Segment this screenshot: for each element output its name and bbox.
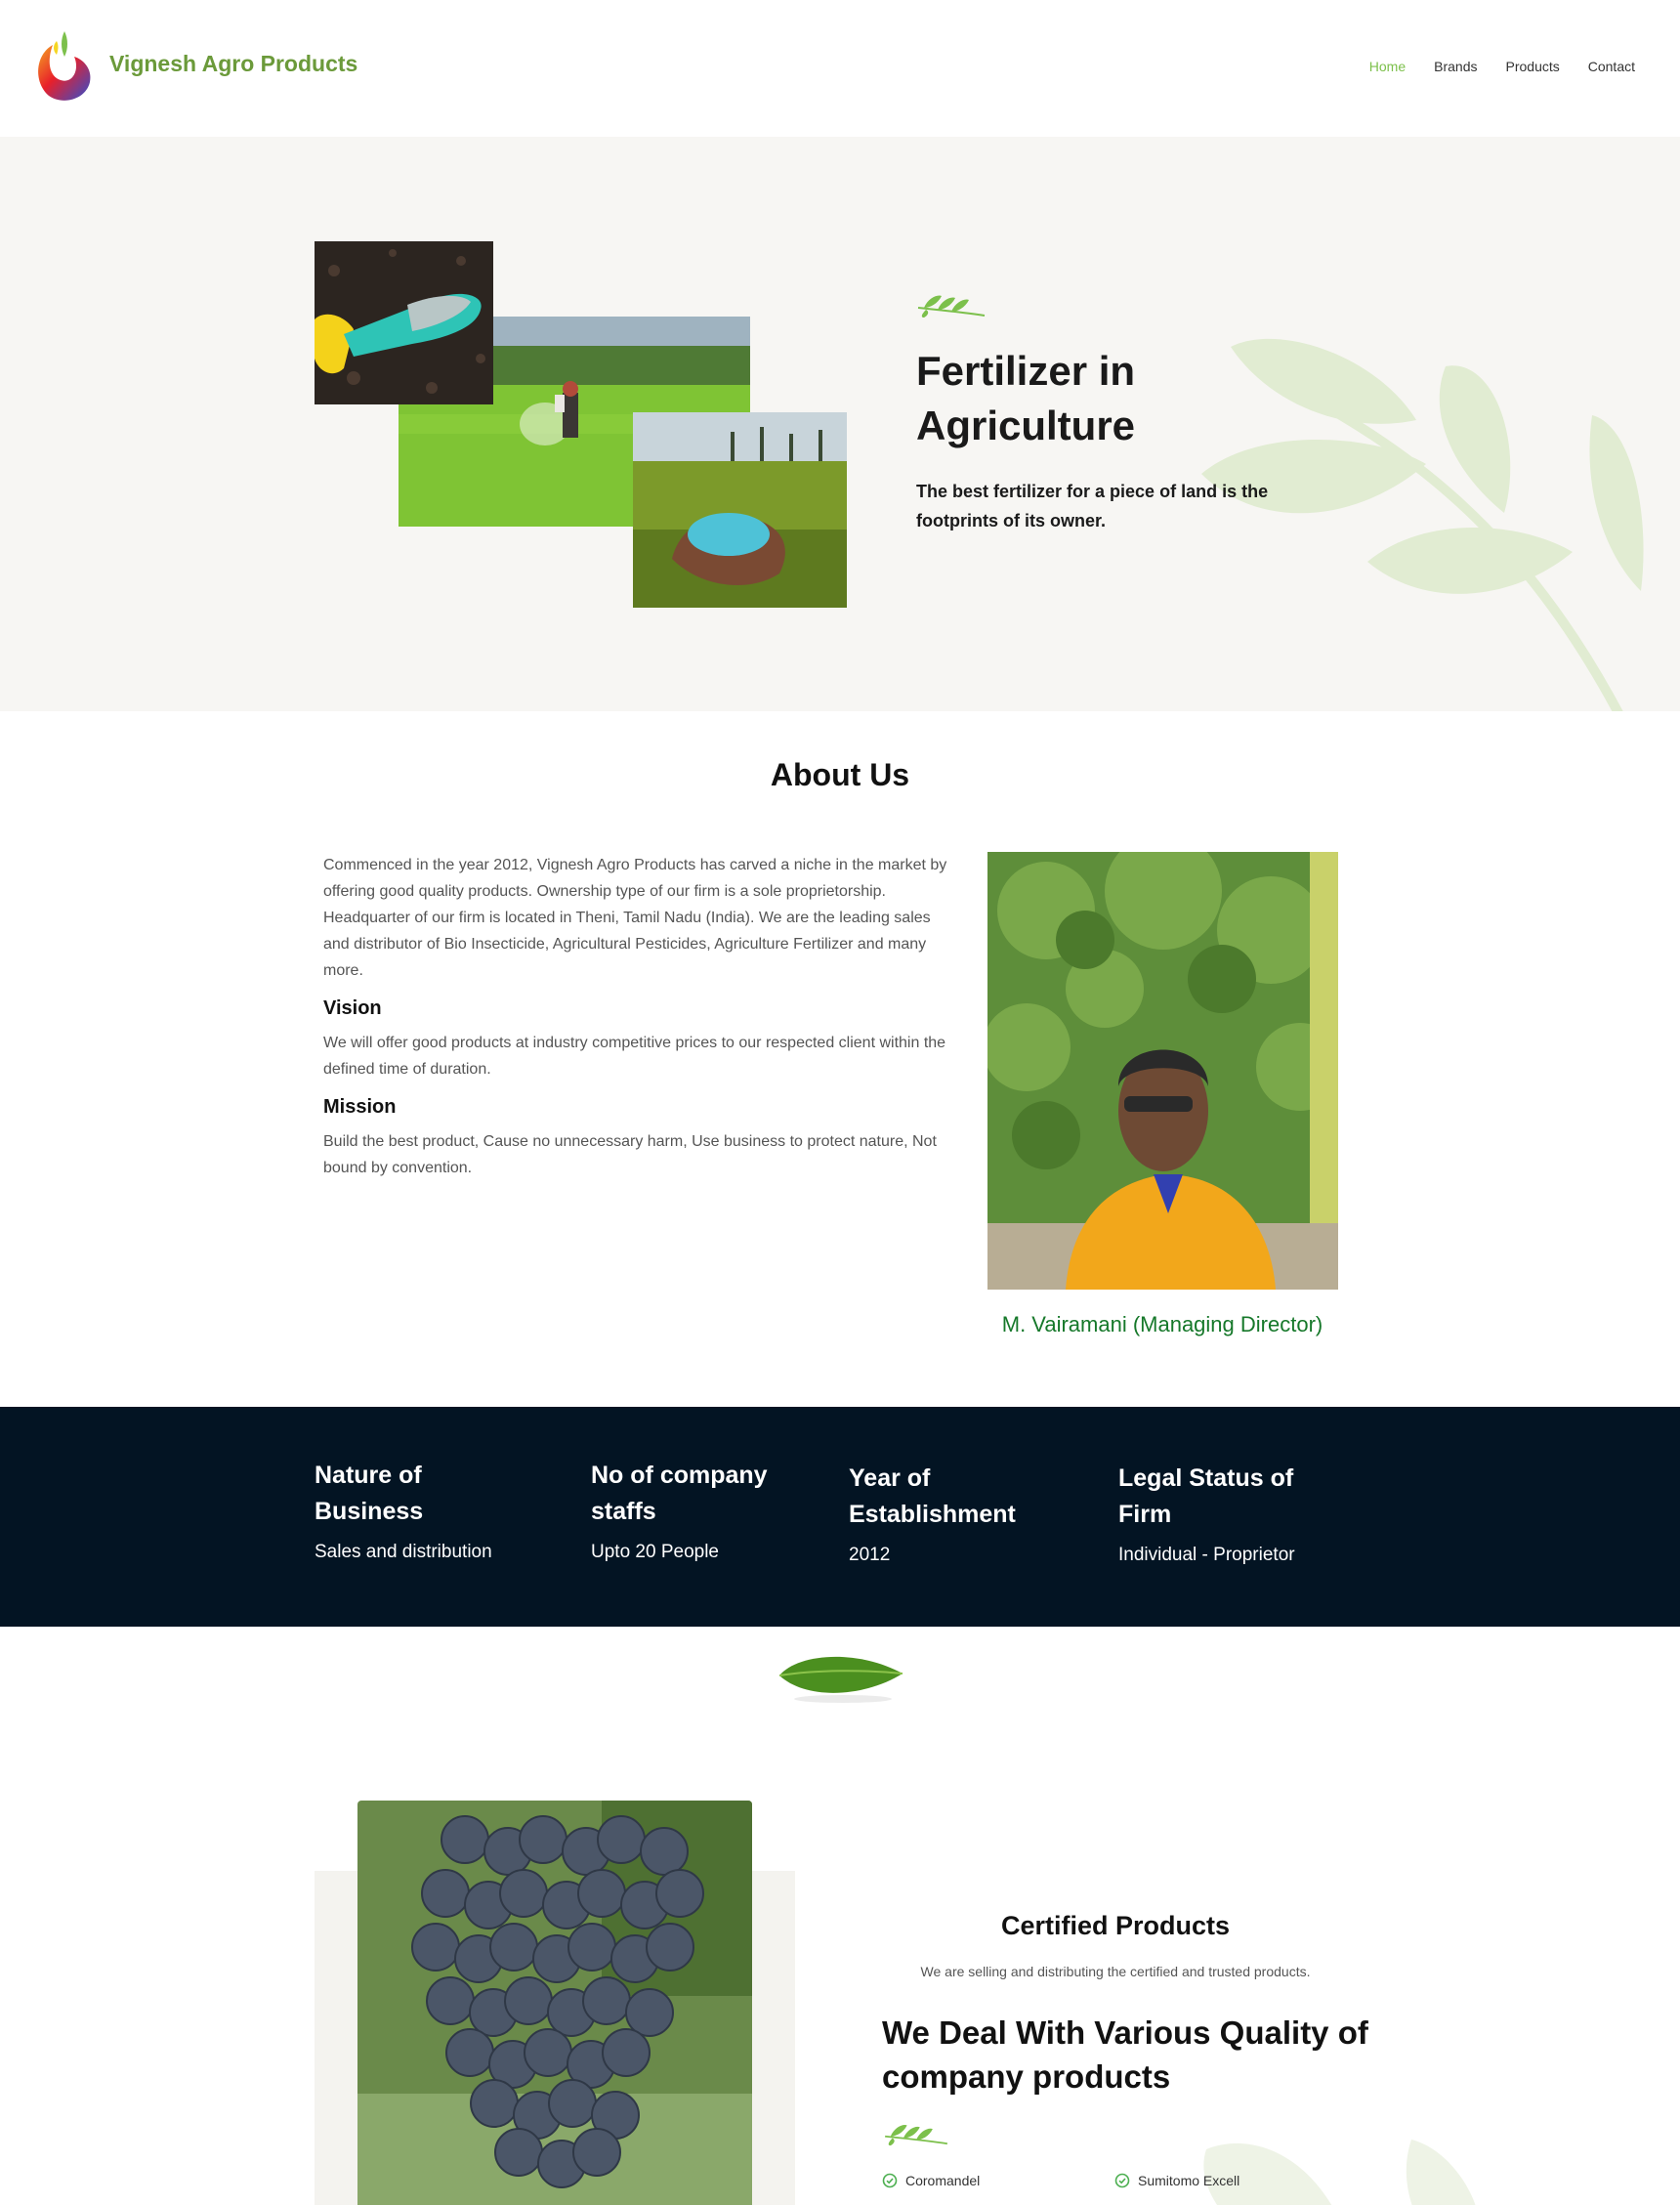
nav-contact[interactable]: Contact [1588,59,1635,74]
hero-title: Fertilizer in Agriculture [916,348,1136,448]
brand-list-item: Coromandel [882,2173,980,2188]
stat-value: Sales and distribution [315,1542,492,1562]
about-text-block: Commenced in the year 2012, Vignesh Agro… [323,852,958,1181]
stat-heading: No of company staffs [591,1462,768,1525]
company-logo-icon[interactable] [31,27,94,106]
sprig-icon [917,295,986,318]
stat-value: Upto 20 People [591,1542,719,1562]
stat-nature-of-business: Nature of Business Sales and distributio… [315,1458,492,1563]
sprig-icon [885,2125,948,2146]
mission-text: Build the best product, Cause no unneces… [323,1133,937,1176]
stat-value: Individual - Proprietor [1118,1545,1295,1565]
nav-home[interactable]: Home [1369,59,1406,74]
stat-company-staffs: No of company staffs Upto 20 People [591,1458,786,1563]
stat-legal-status: Legal Status of Firm Individual - Propri… [1118,1461,1323,1566]
main-nav: Home Brands Products Contact [1369,59,1635,74]
hands-holding-fertilizer-image [633,412,847,608]
grape-bunch-image [357,1801,752,2205]
hero-section: Fertilizer in Agriculture The best ferti… [0,137,1680,711]
check-circle-icon [1114,2173,1130,2188]
nav-brands[interactable]: Brands [1434,59,1477,74]
leaf-divider-icon [778,1656,903,1703]
certified-products-subtitle: We are selling and distributing the cert… [920,1964,1311,1979]
stat-year-of-establishment: Year of Establishment 2012 [849,1461,1044,1566]
brand-list-item: Sumitomo Excell [1114,2173,1239,2188]
stat-value: 2012 [849,1545,891,1565]
stat-heading: Year of Establishment [849,1464,1016,1528]
director-name: M. Vairamani (Managing Director) [1001,1312,1323,1336]
hero-subtitle: The best fertilizer for a piece of land … [916,482,1269,530]
brand-name[interactable]: Vignesh Agro Products [109,51,357,77]
brand-name-text: Coromandel [905,2173,981,2188]
vision-heading: Vision [323,997,382,1019]
director-photo [987,852,1338,1290]
company-stats-band: Nature of Business Sales and distributio… [0,1407,1680,1627]
check-circle-icon [882,2173,898,2188]
decorative-leaf-icon [1203,2140,1476,2205]
stat-heading: Legal Status of Firm [1118,1464,1294,1528]
stat-heading: Nature of Business [315,1462,424,1525]
about-intro: Commenced in the year 2012, Vignesh Agro… [323,857,947,979]
site-header: Vignesh Agro Products Home Brands Produc… [0,0,1680,137]
vision-text: We will offer good products at industry … [323,1035,946,1078]
deal-title: We Deal With Various Quality of company … [882,2014,1368,2095]
about-title: About Us [770,757,910,792]
brand-name-text: Sumitomo Excell [1138,2173,1240,2188]
certified-products-title: Certified Products [1000,1911,1231,1940]
nav-products[interactable]: Products [1506,59,1560,74]
mission-heading: Mission [323,1096,397,1118]
fertilizer-scoop-image [315,241,493,404]
